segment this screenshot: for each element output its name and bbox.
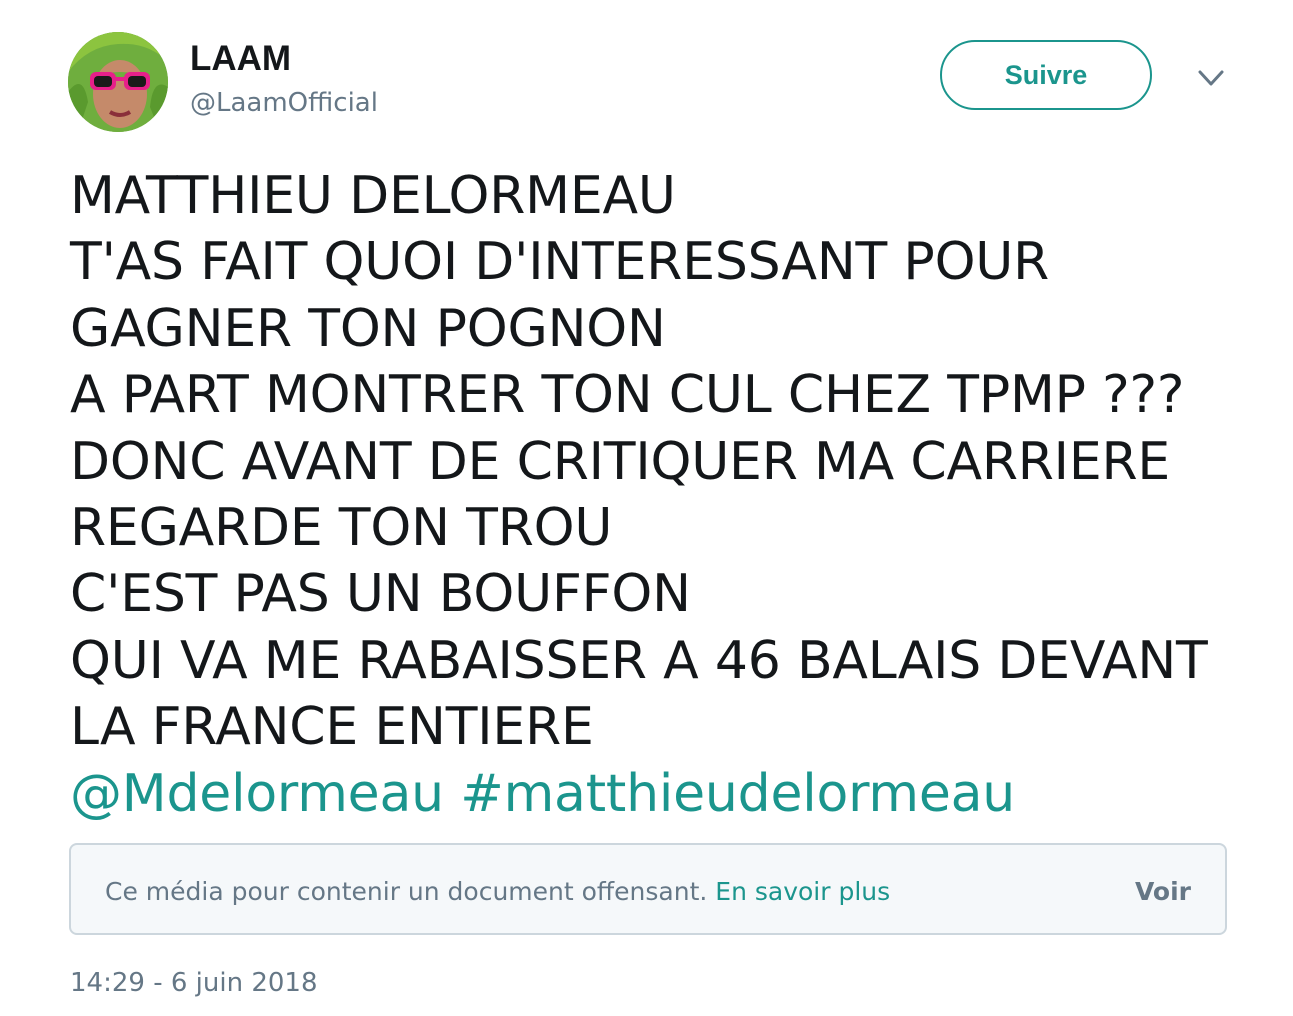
- tweet-line: DONC AVANT DE CRITIQUER MA CARRIERE: [70, 431, 1171, 492]
- tweet-line: C'EST PAS UN BOUFFON: [70, 564, 691, 625]
- profile-avatar-image: [68, 32, 168, 132]
- sensitive-media-notice: Ce média pour contenir un document offen…: [69, 843, 1227, 935]
- tweet-line: MATTHIEU DELORMEAU: [70, 166, 676, 226]
- tweet-timestamp[interactable]: 14:29 - 6 juin 2018: [70, 965, 317, 1001]
- tweet-line: LA FRANCE ENTIERE: [70, 697, 594, 758]
- tweet-text: MATTHIEU DELORMEAU T'AS FAIT QUOI D'INTE…: [70, 163, 1260, 827]
- mention-link[interactable]: @Mdelormeau: [70, 764, 444, 824]
- tweet-line: A PART MONTRER TON CUL CHEZ TPMP ???: [70, 365, 1185, 426]
- author-display-name[interactable]: LAAM: [190, 38, 291, 80]
- avatar[interactable]: [68, 32, 168, 132]
- view-media-button[interactable]: Voir: [1135, 875, 1191, 909]
- tweet-tags: @Mdelormeau #matthieudelormeau: [70, 761, 1260, 827]
- tweet-line: GAGNER TON POGNON: [70, 298, 666, 359]
- sensitive-message-text: Ce média pour contenir un document offen…: [105, 877, 708, 906]
- tweet-line: QUI VA ME RABAISSER A 46 BALAIS DEVANT: [70, 630, 1208, 691]
- tweet-line: REGARDE TON TROU: [70, 498, 613, 559]
- tweet-line: T'AS FAIT QUOI D'INTERESSANT POUR: [70, 232, 1050, 293]
- sensitive-media-message: Ce média pour contenir un document offen…: [105, 875, 890, 909]
- hashtag-link[interactable]: #matthieudelormeau: [460, 764, 1015, 824]
- learn-more-link[interactable]: En savoir plus: [715, 877, 890, 906]
- author-handle[interactable]: @LaamOfficial: [190, 85, 378, 121]
- chevron-down-icon[interactable]: [1196, 66, 1226, 92]
- follow-button[interactable]: Suivre: [940, 40, 1152, 110]
